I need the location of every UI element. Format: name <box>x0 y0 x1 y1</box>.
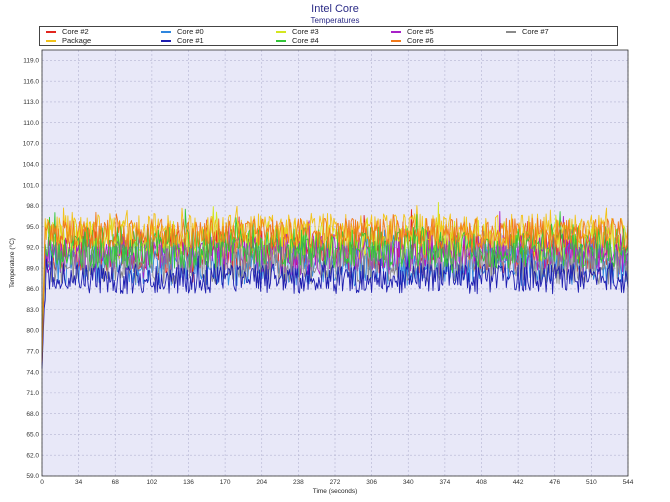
x-tick-label: 272 <box>330 479 341 486</box>
x-tick-label: 408 <box>476 479 487 486</box>
y-tick-label: 101.0 <box>23 182 40 189</box>
y-tick-label: 62.0 <box>26 452 39 459</box>
y-tick-label: 92.0 <box>26 245 39 252</box>
y-tick-label: 65.0 <box>26 432 39 439</box>
y-tick-label: 98.0 <box>26 203 39 210</box>
y-tick-label: 68.0 <box>26 411 39 418</box>
y-axis-title: Temperature (°C) <box>8 238 16 288</box>
y-tick-label: 74.0 <box>26 369 39 376</box>
y-tick-label: 59.0 <box>26 473 39 480</box>
x-tick-label: 306 <box>366 479 377 486</box>
plot-svg: 0 34 68 102 136 170 204 238 272 306 340 374 408 442 47… <box>8 49 634 495</box>
x-tick-label: 374 <box>439 479 450 486</box>
y-tick-label: 119.0 <box>23 58 39 65</box>
x-tick-label: 510 <box>586 479 597 486</box>
x-tick-label: 340 <box>403 479 414 486</box>
y-tick-label: 107.0 <box>23 141 40 148</box>
x-tick-label: 544 <box>623 479 634 486</box>
y-tick-label: 86.0 <box>26 286 39 293</box>
y-tick-label: 77.0 <box>26 349 39 356</box>
y-tick-label: 113.0 <box>23 99 39 106</box>
x-tick-label: 238 <box>293 479 304 486</box>
y-tick-label: 95.0 <box>26 224 39 231</box>
y-tick-label: 104.0 <box>23 161 40 168</box>
y-tick-label: 71.0 <box>26 390 39 397</box>
y-tick-label: 83.0 <box>26 307 39 314</box>
y-tick-label: 80.0 <box>26 328 39 335</box>
y-tick-label: 110.0 <box>23 120 39 127</box>
chart: Intel Core Temperatures Core #2 Core #0 … <box>0 0 670 502</box>
x-axis-title: Time (seconds) <box>313 488 358 495</box>
x-tick-label: 204 <box>256 479 267 486</box>
x-tick-label: 476 <box>549 479 560 486</box>
x-tick-label: 102 <box>146 479 157 486</box>
y-tick-label: 89.0 <box>26 265 39 272</box>
x-tick-label: 170 <box>220 479 231 486</box>
x-tick-label: 68 <box>112 479 120 486</box>
y-tick-label: 116.0 <box>23 78 39 85</box>
x-tick-label: 34 <box>75 479 83 486</box>
x-tick-label: 442 <box>513 479 524 486</box>
x-tick-label: 0 <box>40 479 44 486</box>
x-tick-label: 136 <box>183 479 194 486</box>
